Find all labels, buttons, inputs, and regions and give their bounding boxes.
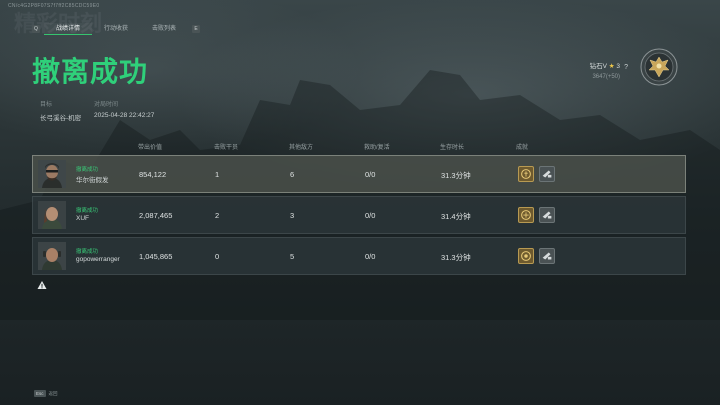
extract-value: 2,087,465 [139,211,173,220]
help-icon[interactable]: ? [624,64,628,71]
avatar [38,242,66,270]
tab-prev-key[interactable]: Q [32,25,40,33]
time-label: 对局时间 [94,102,119,108]
survival-value: 31.4分钟 [441,212,471,221]
col-survival: 生存时长 [440,145,465,151]
other-enemies-value: 5 [290,252,295,261]
col-kills: 击败干员 [214,145,239,151]
player-name: gopowerranger [76,256,120,263]
table-row[interactable]: 撤离成功 华尔街假发 854,122 1 6 0/0 31.3分钟 [32,155,686,193]
table-row[interactable]: 撤离成功 gopowerranger 1,045,865 0 5 0/0 31.… [32,237,686,275]
tab-battle-details[interactable]: 战绩详情 [44,23,92,35]
tab-next-key[interactable]: E [192,25,200,33]
avatar [38,160,66,188]
survival-value: 31.3分钟 [441,253,471,262]
table-row[interactable]: 撤离成功 XUF 2,087,465 2 3 0/0 31.4分钟 [32,196,686,234]
survival-value: 31.3分钟 [441,171,471,180]
page-title: 撤离成功 [32,55,149,88]
tab-bar: Q 战绩详情 行动收获 击败列表 E [32,23,200,35]
gold-medal-icon[interactable] [518,207,534,223]
warning-icon[interactable] [37,280,47,290]
kills-value: 1 [215,170,220,179]
target-value: 长弓溪谷-机密 [40,115,82,122]
gold-medal-icon[interactable] [518,248,534,264]
player-status: 撤离成功 [76,167,99,173]
target-label: 目标 [40,102,53,108]
other-enemies-value: 6 [290,170,295,179]
player-name: 华尔街假发 [76,177,109,184]
kills-value: 2 [215,211,220,220]
time-value: 2025-04-28 22:42:27 [94,112,155,119]
back-label: 返回 [48,390,58,396]
revive-value: 0/0 [365,170,376,179]
eagle-emblem-icon[interactable] [640,48,678,86]
avatar [38,201,66,229]
rank-tier: 钻石V [589,63,607,70]
rank-info: 钻石V ★ 3 3647(+50) [590,60,620,80]
weapon-icon[interactable] [539,207,555,223]
rank-points: 3647(+50) [592,74,620,80]
esc-key[interactable]: Esc [34,390,46,397]
col-revive: 救助/复活 [364,145,390,151]
col-extract-value: 带出价值 [138,145,163,151]
target-info: 目标 长弓溪谷-机密 [40,99,81,122]
player-status: 撤离成功 [76,208,99,214]
time-info: 对局时间 2025-04-28 22:42:27 [94,99,154,119]
kills-value: 0 [215,252,220,261]
col-other-enemies: 其他敌方 [289,145,314,151]
revive-value: 0/0 [365,211,376,220]
player-status: 撤离成功 [76,249,99,255]
other-enemies-value: 3 [290,211,295,220]
star-icon: ★ [608,63,615,70]
player-name: XUF [76,215,89,222]
table-header: 带出价值 击败干员 其他敌方 救助/复活 生存时长 成就 [32,140,686,152]
col-achievements: 成就 [516,145,529,151]
rank-stars: 3 [616,63,620,70]
gold-medal-icon[interactable] [518,166,534,182]
weapon-icon[interactable] [539,248,555,264]
back-hint[interactable]: Esc 返回 [34,390,58,397]
tab-operation-loot[interactable]: 行动收获 [92,23,140,35]
tab-kill-list[interactable]: 击败列表 [140,23,188,35]
revive-value: 0/0 [365,252,376,261]
extract-value: 854,122 [139,170,167,179]
weapon-icon[interactable] [539,166,555,182]
extract-value: 1,045,865 [139,252,173,261]
